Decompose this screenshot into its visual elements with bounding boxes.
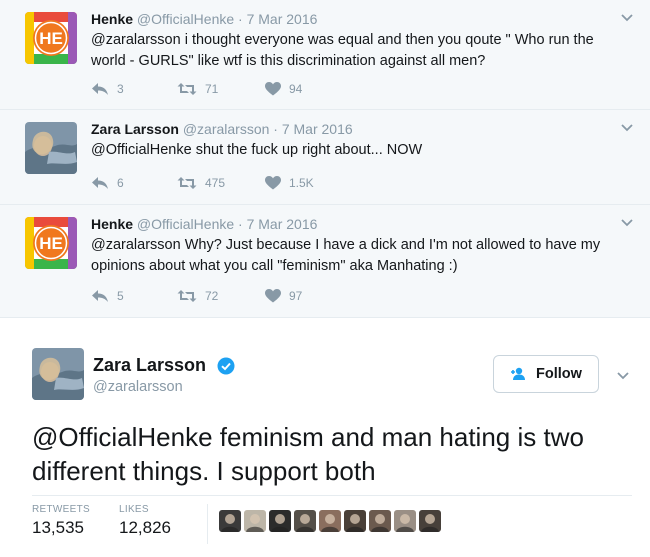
liker-avatar[interactable] [244, 510, 266, 532]
he-logo-icon: HE [25, 12, 77, 64]
reply-header: Zara Larsson @zaralarsson · 7 Mar 2016 [91, 121, 353, 137]
liker-avatar[interactable] [419, 510, 441, 532]
likes-value: 12,826 [119, 518, 171, 537]
divider [207, 504, 208, 544]
avatar[interactable] [32, 348, 84, 400]
display-name[interactable]: Henke [91, 11, 133, 27]
chevron-down-icon[interactable] [620, 10, 634, 24]
reply-action[interactable]: 6 [91, 176, 124, 190]
retweet-icon [177, 290, 197, 302]
like-action[interactable]: 97 [265, 289, 302, 303]
profile-photo-icon [32, 348, 84, 400]
display-name[interactable]: Zara Larsson [91, 121, 179, 137]
chevron-down-icon[interactable] [616, 368, 630, 382]
main-tweet: Zara Larsson @zaralarsson Follow @Offici… [0, 318, 650, 557]
reply-action[interactable]: 3 [91, 82, 124, 96]
like-action[interactable]: 94 [265, 82, 302, 96]
avatar[interactable]: HE [25, 12, 77, 64]
retweets-label: RETWEETS [32, 504, 90, 515]
retweet-action[interactable]: 72 [177, 289, 218, 303]
likes-stat[interactable]: LIKES 12,826 [119, 504, 171, 538]
tweet-text: @OfficialHenke feminism and man hating i… [32, 422, 584, 486]
like-count: 94 [289, 82, 303, 96]
display-name[interactable]: Zara Larsson [93, 355, 206, 376]
retweet-count: 72 [205, 289, 219, 303]
liker-avatar[interactable] [369, 510, 391, 532]
liker-avatar[interactable] [319, 510, 341, 532]
retweet-count: 475 [205, 176, 226, 190]
divider [32, 495, 632, 496]
heart-icon [265, 82, 281, 96]
retweets-value: 13,535 [32, 518, 84, 537]
chevron-down-icon[interactable] [620, 120, 634, 134]
reply-icon [92, 290, 108, 302]
retweet-action[interactable]: 475 [177, 176, 225, 190]
heart-icon [265, 289, 281, 303]
likers-avatars [219, 510, 441, 532]
follow-label: Follow [536, 366, 582, 382]
reply-count: 5 [117, 289, 124, 303]
reply-count: 3 [117, 82, 124, 96]
reply-icon [92, 177, 108, 189]
tweet-text: @OfficialHenke shut the fuck up right ab… [91, 142, 423, 158]
avatar[interactable]: HE [25, 217, 77, 269]
timestamp[interactable]: · 7 Mar 2016 [238, 216, 317, 232]
add-user-icon [511, 367, 526, 380]
tweet-text: @zaralarsson Why? Just because I have a … [91, 237, 601, 274]
handle[interactable]: @zaralarsson [183, 121, 270, 137]
display-name[interactable]: Henke [91, 216, 133, 232]
retweet-count: 71 [205, 82, 219, 96]
svg-text:HE: HE [39, 234, 63, 253]
verified-badge-icon [217, 357, 235, 375]
reply-count: 6 [117, 176, 124, 190]
likes-label: LIKES [119, 504, 149, 515]
liker-avatar[interactable] [269, 510, 291, 532]
he-logo-icon: HE [25, 217, 77, 269]
profile-photo-icon [25, 122, 77, 174]
liker-avatar[interactable] [344, 510, 366, 532]
reply-action[interactable]: 5 [91, 289, 124, 303]
reply-tweet[interactable]: HE Henke @OfficialHenke · 7 Mar 2016 @za… [0, 205, 650, 318]
tweet-text: @zaralarsson i thought everyone was equa… [91, 32, 594, 69]
retweet-icon [177, 177, 197, 189]
reply-tweet[interactable]: Zara Larsson @zaralarsson · 7 Mar 2016 @… [0, 110, 650, 205]
reply-header: Henke @OfficialHenke · 7 Mar 2016 [91, 11, 317, 27]
heart-icon [265, 176, 281, 190]
like-action[interactable]: 1.5K [265, 176, 314, 190]
svg-text:HE: HE [39, 29, 63, 48]
retweets-stat[interactable]: RETWEETS 13,535 [32, 504, 90, 538]
handle[interactable]: @OfficialHenke [137, 216, 234, 232]
like-count: 1.5K [289, 176, 314, 190]
handle[interactable]: @zaralarsson [93, 379, 183, 395]
chevron-down-icon[interactable] [620, 215, 634, 229]
retweet-action[interactable]: 71 [177, 82, 218, 96]
retweet-icon [177, 83, 197, 95]
liker-avatar[interactable] [219, 510, 241, 532]
timestamp[interactable]: · 7 Mar 2016 [273, 121, 352, 137]
handle[interactable]: @OfficialHenke [137, 11, 234, 27]
timestamp[interactable]: · 7 Mar 2016 [238, 11, 317, 27]
reply-header: Henke @OfficialHenke · 7 Mar 2016 [91, 216, 317, 232]
reply-tweet[interactable]: HE Henke @OfficialHenke · 7 Mar 2016 @za… [0, 0, 650, 110]
reply-icon [92, 83, 108, 95]
liker-avatar[interactable] [294, 510, 316, 532]
avatar[interactable] [25, 122, 77, 174]
like-count: 97 [289, 289, 303, 303]
liker-avatar[interactable] [394, 510, 416, 532]
follow-button[interactable]: Follow [493, 355, 599, 393]
